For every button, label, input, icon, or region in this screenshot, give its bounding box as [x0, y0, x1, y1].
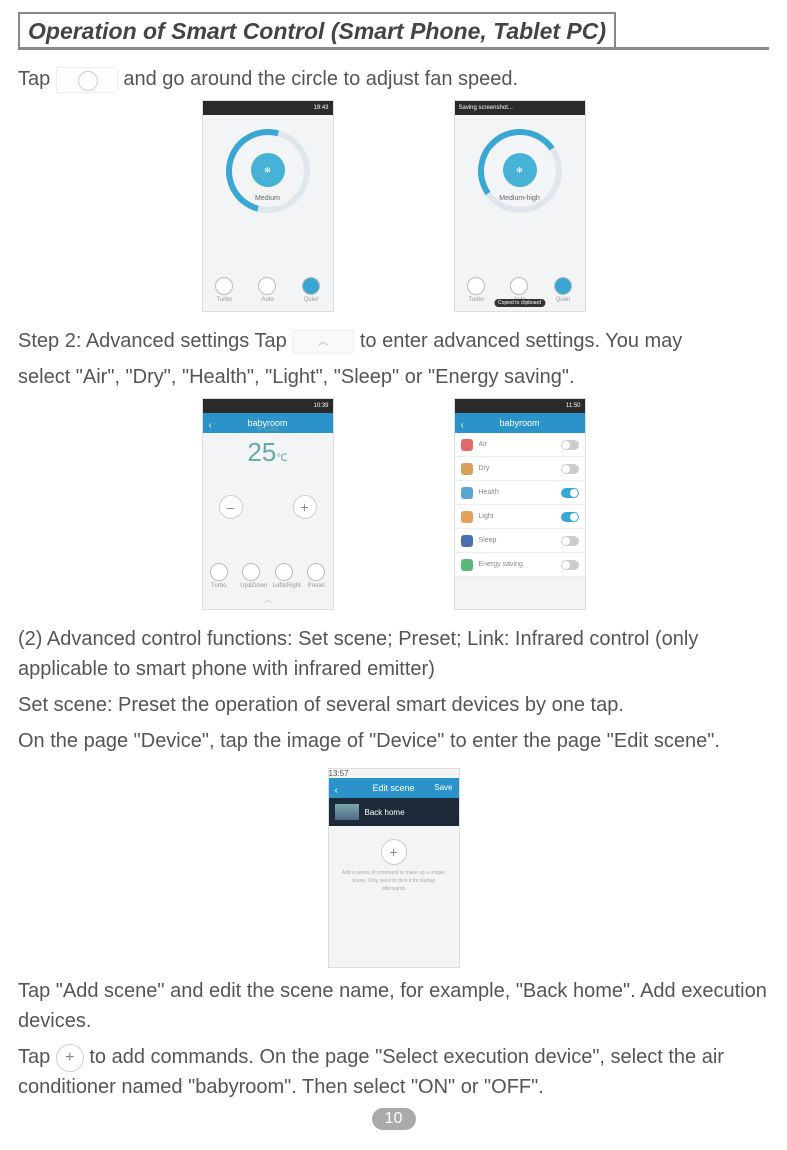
caret-up-icon: ︿ — [292, 330, 354, 354]
add-command-button[interactable]: + — [381, 839, 407, 865]
screen-title: ‹ Edit scene Save — [329, 778, 459, 798]
para-scene-1: Tap "Add scene" and edit the scene name,… — [18, 976, 769, 1036]
scene-name-row[interactable]: Back home — [329, 798, 459, 826]
section-title: Operation of Smart Control (Smart Phone,… — [18, 12, 616, 49]
setting-row-dry[interactable]: Dry — [455, 457, 585, 481]
turbo-button[interactable]: Turbo — [213, 277, 235, 303]
advanced-screenshots: 10:39 ‹babyroom ❄ Cool 25℃ – + Turbo Up&… — [18, 398, 769, 610]
text: and go around the circle to adjust fan s… — [123, 68, 518, 90]
back-icon[interactable]: ‹ — [335, 781, 338, 801]
screenshot-fan-medium: 19:43 ✻ Medium Turbo Auto Quiet — [202, 100, 334, 312]
fan-icon: ✻ — [251, 153, 285, 187]
screenshot-edit-scene: 13:57 ‹ Edit scene Save Back home + Add … — [328, 768, 460, 968]
fan-speed-icon — [56, 67, 118, 93]
quiet-button[interactable]: Quiet — [552, 277, 574, 303]
para-advanced-2: Set scene: Preset the operation of sever… — [18, 690, 769, 720]
scene-thumbnail — [335, 804, 359, 820]
auto-button[interactable]: Auto — [256, 277, 278, 303]
preset-button[interactable]: Preset — [305, 563, 327, 589]
setting-row-sleep[interactable]: Sleep — [455, 529, 585, 553]
mode-label: ❄ Cool — [203, 425, 333, 433]
quiet-button[interactable]: Quiet — [300, 277, 322, 303]
status-bar: 13:57 — [329, 769, 459, 778]
page-number: 10 — [372, 1108, 416, 1130]
status-bar: 19:43 — [203, 101, 333, 115]
text: Tap — [18, 68, 50, 90]
setting-row-light[interactable]: Light — [455, 505, 585, 529]
status-bar: 11:50 — [455, 399, 585, 413]
para-advanced-3: On the page "Device", tap the image of "… — [18, 726, 769, 756]
hint-text: Add a series of command to make up a uni… — [329, 869, 459, 893]
leftright-button[interactable]: Left&Right — [273, 563, 295, 589]
step2-line1: Step 2: Advanced settings Tap ︿ to enter… — [18, 326, 769, 356]
save-button[interactable]: Save — [434, 778, 452, 798]
setting-row-health[interactable]: Health — [455, 481, 585, 505]
updown-button[interactable]: Up&Down — [240, 563, 262, 589]
scene-name: Back home — [365, 808, 405, 817]
screenshot-settings: 11:50 ‹babyroom AirDryHealthLightSleepEn… — [454, 398, 586, 610]
fan-label: Medium-high — [455, 195, 585, 202]
expand-caret-icon[interactable]: ︿ — [203, 594, 333, 605]
setting-row-energy-saving[interactable]: Energy saving — [455, 553, 585, 577]
screenshot-main: 10:39 ‹babyroom ❄ Cool 25℃ – + Turbo Up&… — [202, 398, 334, 610]
status-bar: 10:39 — [203, 399, 333, 413]
setting-row-air[interactable]: Air — [455, 433, 585, 457]
toast: Copied to clipboard — [494, 299, 545, 307]
minus-button[interactable]: – — [219, 495, 243, 519]
fan-label: Medium — [203, 195, 333, 202]
fan-screenshots: 19:43 ✻ Medium Turbo Auto Quiet Saving s… — [18, 100, 769, 312]
fan-icon: ✻ — [503, 153, 537, 187]
page-header: Operation of Smart Control (Smart Phone,… — [18, 12, 769, 50]
plus-button[interactable]: + — [293, 495, 317, 519]
screen-title: ‹babyroom — [455, 413, 585, 433]
turbo-button[interactable]: Turbo — [208, 563, 230, 589]
temperature: 25℃ — [203, 437, 333, 468]
para-scene-2: Tap + to add commands. On the page "Sele… — [18, 1042, 769, 1102]
turbo-button[interactable]: Turbo — [465, 277, 487, 303]
para-advanced-1: (2) Advanced control functions: Set scen… — [18, 624, 769, 684]
step2-line2: select "Air", "Dry", "Health", "Light", … — [18, 362, 769, 392]
add-icon: + — [56, 1044, 84, 1072]
screenshot-fan-medium-high: Saving screenshot... ✻ Medium-high Turbo… — [454, 100, 586, 312]
status-bar: Saving screenshot... — [455, 101, 585, 115]
intro-line: Tap and go around the circle to adjust f… — [18, 64, 769, 94]
